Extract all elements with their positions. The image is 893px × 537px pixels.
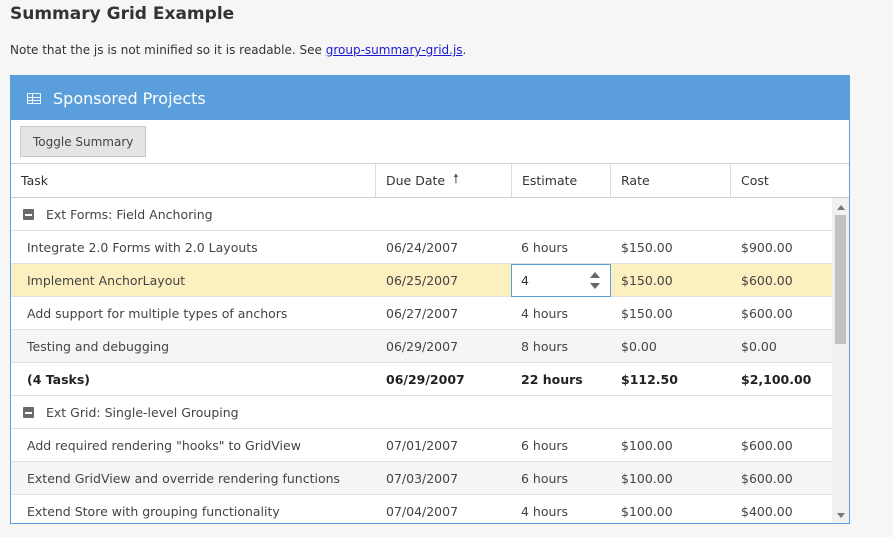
cell-cost: $2,100.00 <box>741 371 812 387</box>
grid-panel: Sponsored Projects Toggle Summary Task D… <box>10 75 850 524</box>
cell-cost: $600.00 <box>741 437 793 453</box>
cell-estimate: 6 hours <box>521 437 569 453</box>
page-title: Summary Grid Example <box>10 4 235 24</box>
grid-header: Task Due Date 🠕 Estimate Rate Cost <box>11 164 849 198</box>
cell-estimate: 4 hours <box>521 503 569 519</box>
table-row[interactable]: Integrate 2.0 Forms with 2.0 Layouts 06/2… <box>11 231 832 264</box>
column-header-task[interactable]: Task <box>11 164 376 197</box>
spinner-icon[interactable] <box>590 271 600 291</box>
cell-rate: $150.00 <box>621 305 673 321</box>
cell-due-date: 07/01/2007 <box>386 437 459 453</box>
scroll-up-icon[interactable] <box>837 205 845 210</box>
cell-task: Extend GridView and override rendering f… <box>27 470 341 486</box>
spin-up-icon[interactable] <box>590 272 600 278</box>
scroll-down-icon[interactable] <box>837 513 845 518</box>
cell-cost: $600.00 <box>741 470 793 486</box>
cell-due-date: 06/27/2007 <box>386 305 459 321</box>
cell-due-date: 06/29/2007 <box>386 338 459 354</box>
cell-due-date: 06/25/2007 <box>386 272 459 288</box>
cell-task: (4 Tasks) <box>27 371 91 387</box>
table-row[interactable]: Add support for multiple types of anchor… <box>11 297 832 330</box>
sort-ascending-icon: 🠕 <box>453 171 459 187</box>
page-note: Note that the js is not minified so it i… <box>10 43 466 57</box>
vertical-scrollbar[interactable] <box>832 198 849 523</box>
table-row[interactable]: Add required rendering "hooks" to GridVi… <box>11 429 832 462</box>
cell-estimate: 6 hours <box>521 470 569 486</box>
cell-rate: $112.50 <box>621 371 678 387</box>
column-header-due-date[interactable]: Due Date 🠕 <box>376 164 512 197</box>
table-row[interactable]: Extend Store with grouping functionality… <box>11 495 832 523</box>
cell-task: Add support for multiple types of anchor… <box>27 305 288 321</box>
cell-estimate: 8 hours <box>521 338 569 354</box>
group-header-row[interactable]: Ext Forms: Field Anchoring <box>11 198 832 231</box>
toggle-summary-button[interactable]: Toggle Summary <box>20 126 147 157</box>
cell-cost: $900.00 <box>741 239 793 255</box>
column-header-cost[interactable]: Cost <box>731 164 849 197</box>
grid-icon <box>27 92 41 104</box>
panel-title: Sponsored Projects <box>53 88 206 108</box>
cell-cost: $600.00 <box>741 305 793 321</box>
cell-task: Extend Store with grouping functionality <box>27 503 280 519</box>
column-header-task-label: Task <box>21 173 48 188</box>
cell-estimate: 22 hours <box>521 371 583 387</box>
cell-cost: $0.00 <box>741 338 777 354</box>
cell-rate: $150.00 <box>621 272 673 288</box>
column-header-rate-label: Rate <box>621 173 650 188</box>
group-label: Ext Grid: Single-level Grouping <box>46 404 239 420</box>
column-header-estimate[interactable]: Estimate <box>512 164 611 197</box>
cell-due-date: 07/03/2007 <box>386 470 459 486</box>
summary-row[interactable]: (4 Tasks) 06/29/2007 22 hours $112.50 $2,100… <box>11 363 832 396</box>
cell-task: Integrate 2.0 Forms with 2.0 Layouts <box>27 239 258 255</box>
cell-rate: $150.00 <box>621 239 673 255</box>
collapse-icon[interactable] <box>23 209 34 220</box>
cell-estimate: 6 hours <box>521 239 569 255</box>
cell-due-date: 06/29/2007 <box>386 371 465 387</box>
cell-rate: $100.00 <box>621 437 673 453</box>
group-header-row[interactable]: Ext Grid: Single-level Grouping <box>11 396 832 429</box>
group-label: Ext Forms: Field Anchoring <box>46 206 213 222</box>
spin-down-icon[interactable] <box>590 283 600 289</box>
scroll-thumb[interactable] <box>835 215 846 344</box>
table-row[interactable]: Extend GridView and override rendering f… <box>11 462 832 495</box>
note-end: . <box>462 43 467 57</box>
cell-estimate: 4 hours <box>521 305 569 321</box>
cell-task: Add required rendering "hooks" to GridVi… <box>27 437 301 453</box>
cell-rate: $100.00 <box>621 503 673 519</box>
column-header-cost-label: Cost <box>741 173 769 188</box>
column-header-estimate-label: Estimate <box>522 173 578 188</box>
grid-toolbar: Toggle Summary <box>11 120 849 164</box>
panel-header: Sponsored Projects <box>11 76 849 120</box>
cell-task: Implement AnchorLayout <box>27 272 186 288</box>
column-header-rate[interactable]: Rate <box>611 164 731 197</box>
source-link[interactable]: group-summary-grid.js <box>326 43 463 57</box>
table-row[interactable]: Testing and debugging 06/29/2007 8 hours $0… <box>11 330 832 363</box>
column-header-due-date-label: Due Date <box>386 173 446 188</box>
note-text: Note that the js is not minified so it i… <box>10 43 326 57</box>
cell-rate: $0.00 <box>621 338 657 354</box>
grid-body: Ext Forms: Field Anchoring Integrate 2.0 … <box>11 198 832 523</box>
table-row[interactable]: Implement AnchorLayout 06/25/2007 4 $150.00… <box>11 264 832 297</box>
cell-due-date: 07/04/2007 <box>386 503 459 519</box>
cell-due-date: 06/24/2007 <box>386 239 459 255</box>
cell-task: Testing and debugging <box>27 338 170 354</box>
editor-value: 4 <box>521 273 529 288</box>
estimate-number-editor[interactable]: 4 <box>511 264 611 297</box>
cell-rate: $100.00 <box>621 470 673 486</box>
cell-cost: $600.00 <box>741 272 793 288</box>
collapse-icon[interactable] <box>23 407 34 418</box>
cell-cost: $400.00 <box>741 503 793 519</box>
